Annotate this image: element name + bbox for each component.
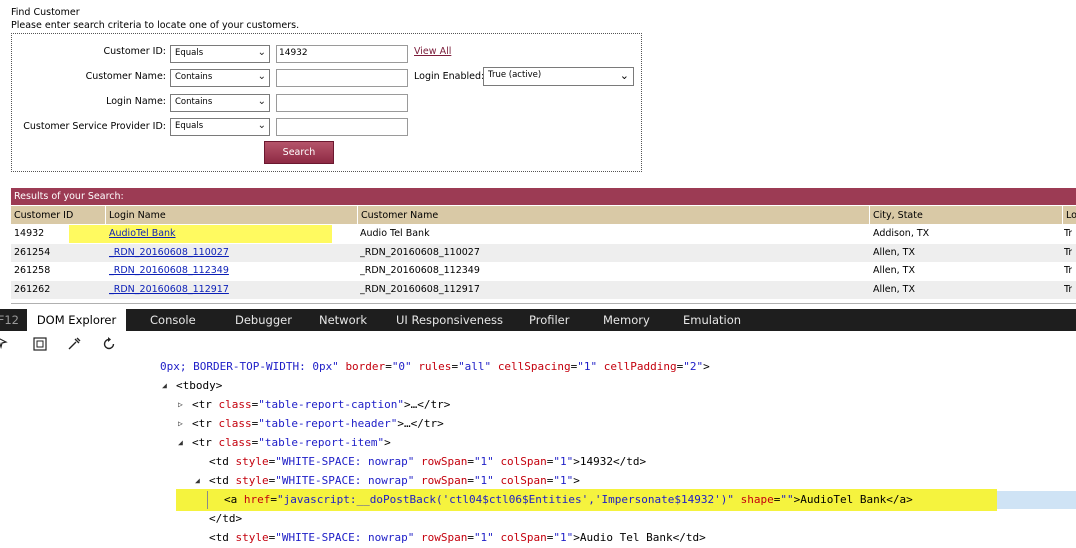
chevron-down-icon: ⌄ — [257, 47, 266, 58]
cell-customer-name: _RDN_20160608_110027 — [360, 247, 480, 258]
color-picker-icon[interactable] — [66, 336, 82, 352]
csp-id-operator-value: Equals — [175, 121, 204, 131]
tab-console[interactable]: Console — [150, 309, 196, 331]
chevron-down-icon: ⌄ — [257, 120, 266, 131]
cell-customer-name: Audio Tel Bank — [360, 228, 430, 239]
login-enabled-value: True (active) — [488, 70, 542, 80]
dom-tree: 0px; BORDER-TOP-WIDTH: 0px" border="0" r… — [0, 357, 1076, 548]
dom-node-td-id[interactable]: <td style="WHITE-SPACE: nowrap" rowSpan=… — [209, 452, 646, 471]
customer-name-operator-select[interactable]: Contains ⌄ — [170, 69, 270, 87]
login-name-operator-value: Contains — [175, 97, 213, 107]
expand-arrow-icon[interactable]: ▷ — [178, 414, 183, 433]
cell-customer-id: 261262 — [14, 284, 51, 295]
tab-network[interactable]: Network — [319, 309, 367, 331]
page-subtitle: Please enter search criteria to locate o… — [11, 20, 300, 31]
devtools-toolbar — [0, 331, 1076, 357]
dom-node-tr-item[interactable]: <tr class="table-report-item"> — [192, 433, 391, 452]
tab-ui-responsiveness[interactable]: UI Responsiveness — [396, 309, 503, 331]
search-button[interactable]: Search — [264, 141, 334, 164]
selection-guide-line — [207, 491, 208, 509]
view-all-link[interactable]: View All — [414, 46, 451, 57]
table-row: 261258 _RDN_20160608_112349 _RDN_2016060… — [11, 262, 1076, 280]
customer-id-input[interactable]: 14932 — [276, 45, 408, 63]
cell-customer-name: _RDN_20160608_112917 — [360, 284, 480, 295]
header-login-name[interactable]: Login Name — [106, 206, 358, 224]
collapse-arrow-icon[interactable]: ◢ — [178, 433, 183, 452]
login-enabled-label: Login Enabled: — [414, 71, 485, 82]
table-row: 261254 _RDN_20160608_110027 _RDN_2016060… — [11, 244, 1076, 262]
dom-node-td-close[interactable]: </td> — [209, 509, 242, 528]
cell-customer-id: 261258 — [14, 265, 51, 276]
collapse-arrow-icon[interactable]: ◢ — [162, 376, 167, 395]
expand-arrow-icon[interactable]: ▷ — [178, 395, 183, 414]
cell-customer-name: _RDN_20160608_112349 — [360, 265, 480, 276]
cell-login-name: _RDN_20160608_112917 — [109, 281, 229, 299]
header-city-state[interactable]: City, State — [870, 206, 1063, 224]
select-element-icon[interactable] — [0, 336, 12, 352]
cell-login-name: _RDN_20160608_112349 — [109, 262, 229, 280]
dom-node-anchor-selected[interactable]: <a href="javascript:__doPostBack('ctl04$… — [224, 490, 913, 509]
login-name-link[interactable]: _RDN_20160608_112917 — [109, 284, 229, 295]
header-customer-id[interactable]: Customer ID — [11, 206, 106, 224]
csp-id-input[interactable] — [276, 118, 408, 136]
chevron-down-icon: ⌄ — [257, 71, 266, 82]
cell-login-enabled: Tr — [1064, 284, 1073, 295]
tab-emulation[interactable]: Emulation — [683, 309, 741, 331]
cell-city-state: Addison, TX — [873, 228, 930, 239]
dom-node-tr-caption[interactable]: <tr class="table-report-caption">…</tr> — [192, 395, 450, 414]
devtools-tab-bar: F12 DOM Explorer Console Debugger Networ… — [0, 309, 1076, 331]
cell-login-name: _RDN_20160608_110027 — [109, 244, 229, 262]
cell-city-state: Allen, TX — [873, 265, 915, 276]
page-title: Find Customer — [11, 7, 80, 18]
login-name-link[interactable]: AudioTel Bank — [109, 228, 176, 239]
cell-city-state: Allen, TX — [873, 284, 915, 295]
customer-id-operator-value: Equals — [175, 48, 204, 58]
results-divider — [11, 303, 1076, 304]
login-name-link[interactable]: _RDN_20160608_110027 — [109, 247, 229, 258]
cell-login-enabled: Tr — [1064, 265, 1073, 276]
customer-name-operator-value: Contains — [175, 72, 213, 82]
cell-customer-id: 14932 — [14, 228, 45, 239]
cell-login-name: AudioTel Bank — [109, 225, 176, 243]
header-login-enabled[interactable]: Lo — [1063, 206, 1076, 224]
table-row: 261262 _RDN_20160608_112917 _RDN_2016060… — [11, 281, 1076, 299]
login-name-link[interactable]: _RDN_20160608_112349 — [109, 265, 229, 276]
chevron-down-icon: ⌄ — [257, 96, 266, 107]
csp-id-operator-select[interactable]: Equals ⌄ — [170, 118, 270, 136]
login-name-operator-select[interactable]: Contains ⌄ — [170, 94, 270, 112]
results-header-row: Customer ID Login Name Customer Name Cit… — [11, 206, 1076, 224]
dom-node-table-attrs[interactable]: 0px; BORDER-TOP-WIDTH: 0px" border="0" r… — [160, 357, 710, 376]
tab-memory[interactable]: Memory — [603, 309, 650, 331]
customer-id-operator-select[interactable]: Equals ⌄ — [170, 45, 270, 63]
csp-id-label: Customer Service Provider ID: — [23, 121, 166, 132]
login-name-input[interactable] — [276, 94, 408, 112]
customer-name-input[interactable] — [276, 69, 408, 87]
chevron-down-icon: ⌄ — [619, 69, 629, 82]
cell-customer-id: 261254 — [14, 247, 51, 258]
cell-login-enabled: Tr — [1064, 228, 1073, 239]
refresh-icon[interactable] — [101, 336, 117, 352]
tab-profiler[interactable]: Profiler — [529, 309, 570, 331]
cell-city-state: Allen, TX — [873, 247, 915, 258]
customer-id-label: Customer ID: — [103, 46, 166, 57]
results-caption: Results of your Search: — [11, 188, 1076, 205]
collapse-arrow-icon[interactable]: ◢ — [195, 471, 200, 490]
login-enabled-select[interactable]: True (active) ⌄ — [483, 67, 634, 86]
cell-login-enabled: Tr — [1064, 247, 1073, 258]
tab-debugger[interactable]: Debugger — [235, 309, 292, 331]
dom-node-tr-header[interactable]: <tr class="table-report-header">…</tr> — [192, 414, 444, 433]
f12-label: F12 — [0, 313, 19, 327]
dom-node-tbody[interactable]: <tbody> — [176, 376, 222, 395]
login-name-label: Login Name: — [106, 96, 166, 107]
customer-name-label: Customer Name: — [85, 71, 166, 82]
table-row: 14932 AudioTel Bank Audio Tel Bank Addis… — [11, 225, 1076, 243]
dom-node-td-name[interactable]: <td style="WHITE-SPACE: nowrap" rowSpan=… — [209, 528, 706, 547]
highlight-element-icon[interactable] — [32, 336, 48, 352]
tab-dom-explorer[interactable]: DOM Explorer — [27, 309, 126, 331]
header-customer-name[interactable]: Customer Name — [358, 206, 870, 224]
dom-node-td-login[interactable]: <td style="WHITE-SPACE: nowrap" rowSpan=… — [209, 471, 580, 490]
